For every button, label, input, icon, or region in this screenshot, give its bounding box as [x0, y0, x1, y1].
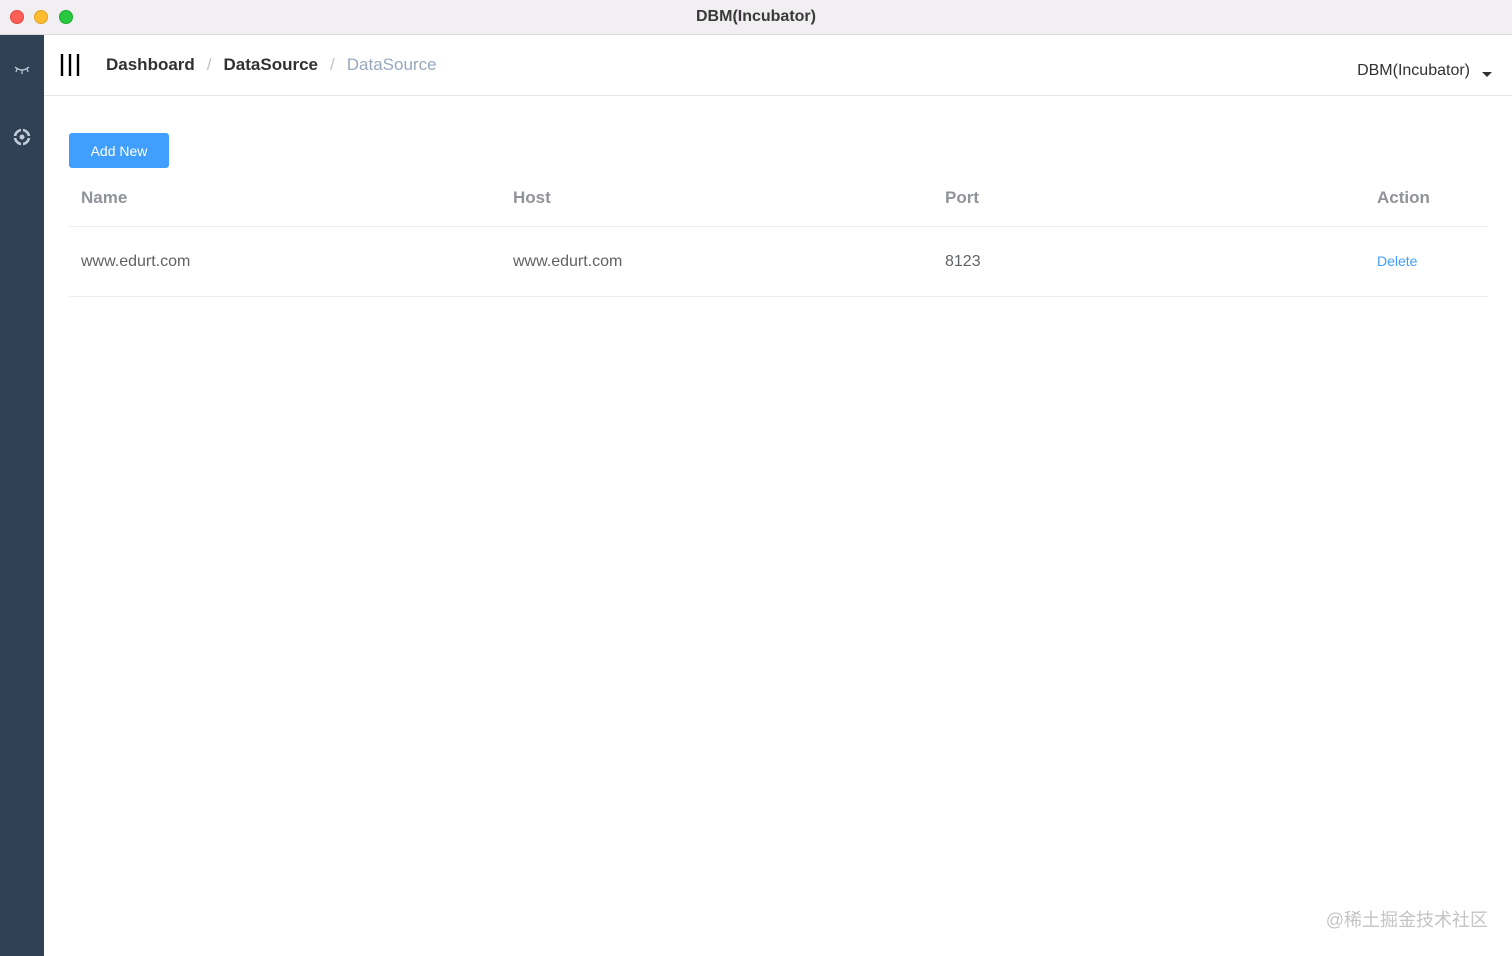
- app-window: DBM(Incubator) Dashboard / DataSource / …: [0, 0, 1512, 956]
- breadcrumb: Dashboard / DataSource / DataSource: [106, 55, 437, 75]
- cell-name: www.edurt.com: [81, 252, 191, 270]
- column-header-port: Port: [945, 188, 979, 207]
- breadcrumb-separator: /: [206, 55, 212, 74]
- breadcrumb-separator: /: [330, 55, 335, 74]
- main-content: Add New Name Host Port Action www.edurt.…: [44, 96, 1512, 956]
- settings-gear-icon[interactable]: [12, 127, 32, 147]
- add-new-button[interactable]: Add New: [69, 133, 169, 168]
- caret-down-icon: [1482, 71, 1492, 77]
- column-header-name: Name: [81, 188, 128, 207]
- breadcrumb-dashboard[interactable]: Dashboard: [106, 55, 195, 75]
- app-dropdown[interactable]: DBM(Incubator): [1357, 62, 1492, 80]
- eye-closed-icon[interactable]: [12, 59, 32, 79]
- column-header-host: Host: [513, 188, 551, 207]
- table-header-row: Name Host Port Action: [69, 170, 1488, 227]
- hamburger-menu-icon[interactable]: [59, 53, 81, 77]
- cell-host: www.edurt.com: [513, 252, 623, 270]
- cell-port: 8123: [945, 252, 981, 270]
- table-row: www.edurt.com www.edurt.com 8123 Delete: [69, 227, 1488, 297]
- title-bar: DBM(Incubator): [0, 0, 1512, 35]
- breadcrumb-datasource[interactable]: DataSource: [224, 55, 318, 75]
- app-dropdown-label: DBM(Incubator): [1357, 62, 1470, 79]
- datasource-table: Name Host Port Action www.edurt.com www.…: [69, 170, 1488, 297]
- sidebar: [0, 35, 44, 956]
- breadcrumb-current: DataSource: [346, 55, 437, 74]
- column-header-action: Action: [1377, 188, 1430, 207]
- window-title: DBM(Incubator): [696, 8, 816, 25]
- navbar: Dashboard / DataSource / DataSource DBM(…: [44, 35, 1512, 96]
- cell-action: Delete: [1365, 253, 1488, 271]
- delete-button[interactable]: Delete: [1377, 253, 1417, 269]
- watermark-text: @稀土掘金技术社区: [1325, 910, 1488, 930]
